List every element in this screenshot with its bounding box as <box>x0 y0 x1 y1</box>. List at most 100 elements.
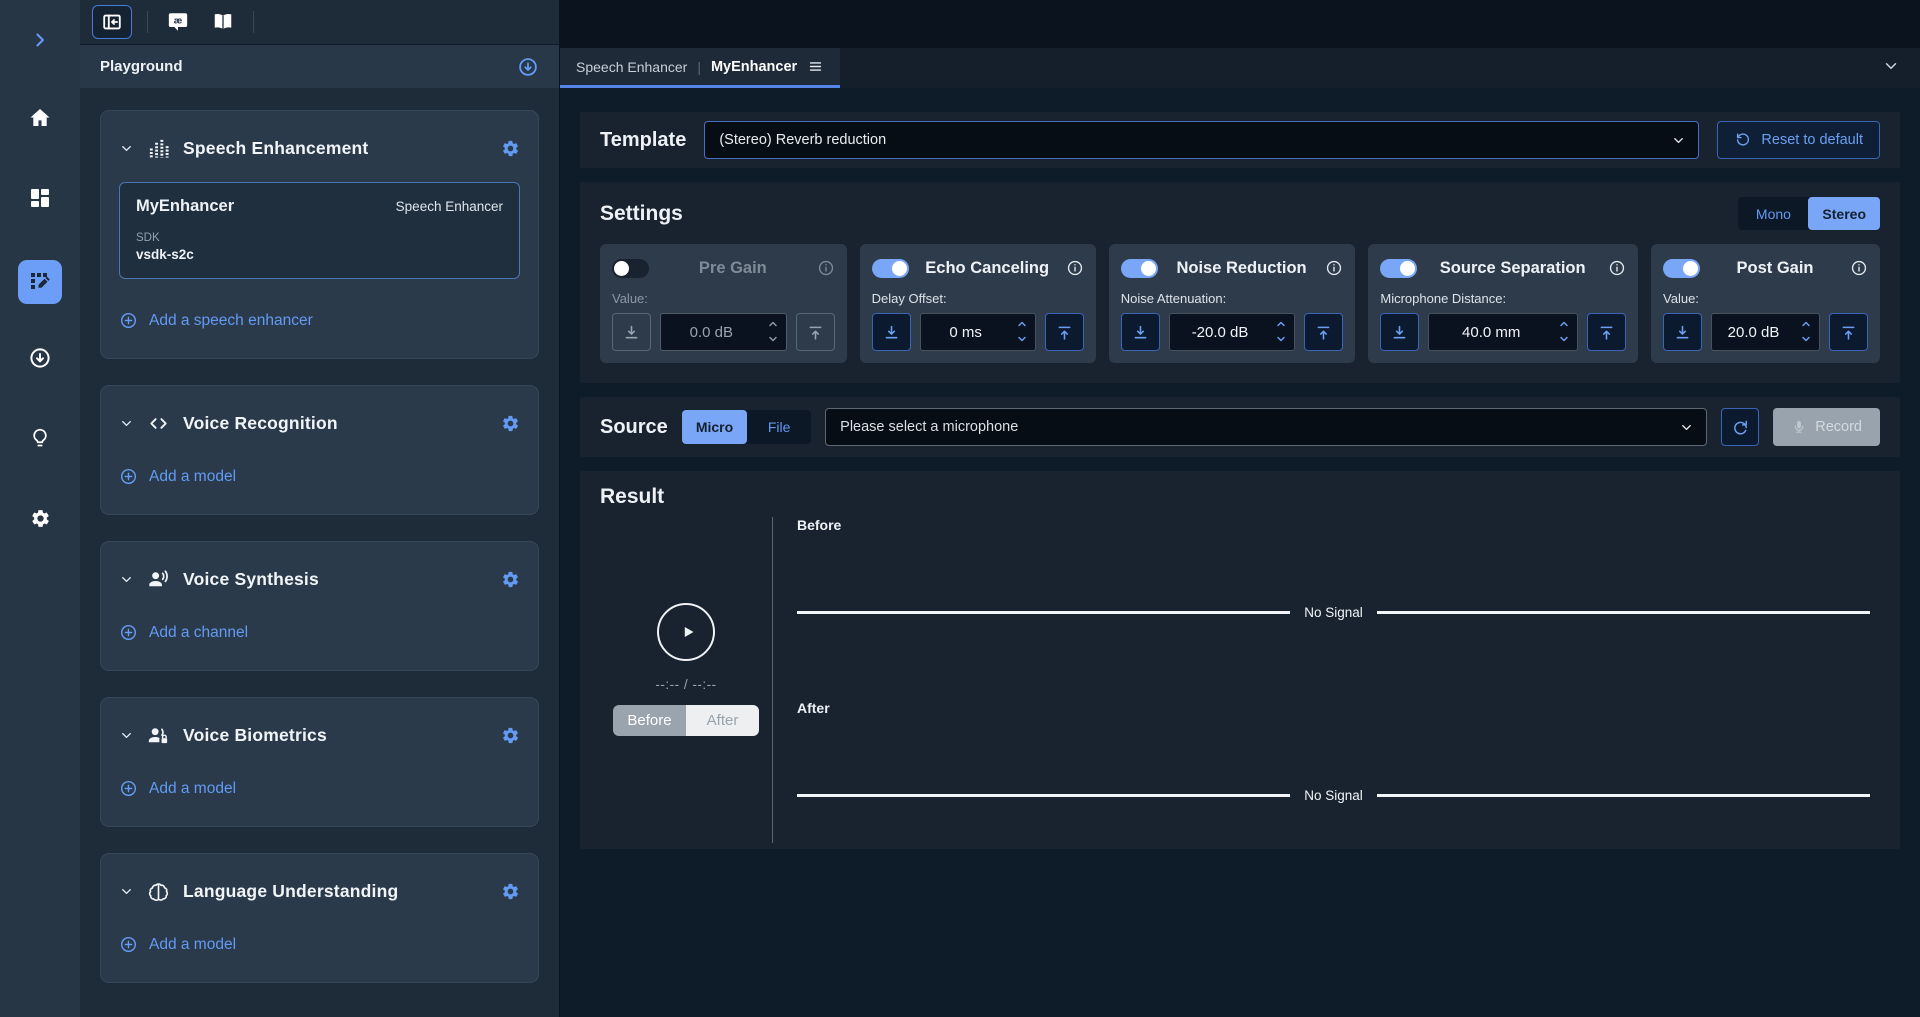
load-default-button[interactable] <box>872 313 911 351</box>
microphone-select[interactable]: Please select a microphone <box>825 408 1707 446</box>
add-link[interactable]: Add a model <box>119 935 236 954</box>
apply-value-button[interactable] <box>1829 313 1868 351</box>
download-tray-icon <box>1673 323 1692 342</box>
chevron-down-icon[interactable] <box>119 728 134 743</box>
sidebar-section: Speech Enhancement MyEnhancer Speech Enh… <box>100 110 539 359</box>
sdk-label: SDK <box>136 232 503 244</box>
after-waveform: No Signal <box>797 788 1870 803</box>
info-icon[interactable] <box>1066 259 1084 277</box>
info-icon[interactable] <box>1850 259 1868 277</box>
no-signal-text: No Signal <box>1304 788 1363 803</box>
model-name: MyEnhancer <box>136 197 234 216</box>
spinner-up-icon[interactable] <box>1016 318 1028 330</box>
sidebar: æ Playground Speech Enhancement MyEnhanc… <box>80 0 560 1017</box>
model-card[interactable]: MyEnhancer Speech Enhancer SDK vsdk-s2c <box>119 182 520 279</box>
spinner-up-icon[interactable] <box>1558 318 1570 330</box>
gear-icon[interactable] <box>501 414 520 433</box>
circle-download-icon[interactable] <box>517 56 539 78</box>
chevron-down-icon[interactable] <box>119 884 134 899</box>
spinner-up-icon[interactable] <box>767 318 779 330</box>
playground-icon[interactable] <box>18 260 62 304</box>
chevron-down-icon[interactable] <box>119 572 134 587</box>
spinner-down-icon[interactable] <box>767 333 779 345</box>
refresh-icon <box>1731 418 1750 437</box>
equalizer-icon <box>147 137 170 160</box>
add-link[interactable]: Add a channel <box>119 623 248 642</box>
section-title: Voice Recognition <box>183 413 488 434</box>
tabs-dropdown-button[interactable] <box>1862 48 1920 88</box>
mono-button[interactable]: Mono <box>1738 197 1808 230</box>
apply-value-button[interactable] <box>1587 313 1626 351</box>
value-text: 40.0 mm <box>1462 324 1520 341</box>
gear-icon[interactable] <box>501 726 520 745</box>
value-input[interactable]: 0.0 dB <box>660 313 787 351</box>
source-label: Source <box>600 416 668 439</box>
after-button[interactable]: After <box>686 705 759 736</box>
gear-icon[interactable] <box>18 500 62 536</box>
spinner-down-icon[interactable] <box>1275 333 1287 345</box>
apply-value-button[interactable] <box>1304 313 1343 351</box>
gear-icon[interactable] <box>501 570 520 589</box>
setting-card: Echo Canceling Delay Offset: 0 ms <box>860 244 1096 363</box>
plus-circle-icon <box>119 623 138 642</box>
toggle-switch[interactable] <box>1121 259 1158 278</box>
before-after-toggle: Before After <box>613 705 759 736</box>
circle-download-icon[interactable] <box>18 340 62 376</box>
value-input[interactable]: 40.0 mm <box>1428 313 1578 351</box>
gear-icon[interactable] <box>501 882 520 901</box>
add-link[interactable]: Add a model <box>119 467 236 486</box>
add-link[interactable]: Add a model <box>119 779 236 798</box>
refresh-devices-button[interactable] <box>1721 408 1759 446</box>
info-icon[interactable] <box>1325 259 1343 277</box>
toggle-switch[interactable] <box>872 259 909 278</box>
record-button[interactable]: Record <box>1773 408 1880 446</box>
gear-icon[interactable] <box>501 139 520 158</box>
add-link[interactable]: Add a speech enhancer <box>119 311 313 330</box>
plus-circle-icon <box>119 935 138 954</box>
stereo-button[interactable]: Stereo <box>1808 197 1880 230</box>
tab-name-label: MyEnhancer <box>711 59 797 75</box>
spinner-down-icon[interactable] <box>1800 333 1812 345</box>
spinner-up-icon[interactable] <box>1800 318 1812 330</box>
value-input[interactable]: 0 ms <box>920 313 1036 351</box>
template-select[interactable]: (Stereo) Reverb reduction <box>704 121 1699 159</box>
value-input[interactable]: 20.0 dB <box>1711 313 1820 351</box>
lightbulb-icon[interactable] <box>18 420 62 456</box>
phonetics-bubble-icon[interactable]: æ <box>163 7 193 37</box>
dashboard-icon[interactable] <box>18 180 62 216</box>
load-default-button[interactable] <box>1380 313 1419 351</box>
before-button[interactable]: Before <box>613 705 686 736</box>
tab-myenhancer[interactable]: Speech Enhancer | MyEnhancer <box>560 48 840 88</box>
value-input[interactable]: -20.0 dB <box>1169 313 1296 351</box>
upload-tray-icon <box>1597 323 1616 342</box>
info-icon[interactable] <box>1608 259 1626 277</box>
chevron-down-icon[interactable] <box>119 416 134 431</box>
code-icon <box>147 412 170 435</box>
book-open-icon[interactable] <box>208 7 238 37</box>
apply-value-button[interactable] <box>796 313 835 351</box>
toggle-switch[interactable] <box>612 259 649 278</box>
load-default-button[interactable] <box>1121 313 1160 351</box>
apply-value-button[interactable] <box>1045 313 1084 351</box>
info-icon[interactable] <box>817 259 835 277</box>
toggle-switch[interactable] <box>1380 259 1417 278</box>
spinner-down-icon[interactable] <box>1016 333 1028 345</box>
settings-cards: Pre Gain Value: 0.0 dB Echo Canceling De… <box>600 244 1880 363</box>
setting-card: Source Separation Microphone Distance: 4… <box>1368 244 1638 363</box>
sidebar-section: Voice Synthesis Add a channel <box>100 541 539 671</box>
home-icon[interactable] <box>18 100 62 136</box>
file-button[interactable]: File <box>747 410 811 444</box>
chevron-down-icon[interactable] <box>119 141 134 156</box>
micro-button[interactable]: Micro <box>682 410 747 444</box>
load-default-button[interactable] <box>612 313 651 351</box>
reset-to-default-button[interactable]: Reset to default <box>1717 121 1880 159</box>
play-button[interactable] <box>657 603 715 661</box>
panel-collapse-icon[interactable] <box>92 5 132 39</box>
toggle-switch[interactable] <box>1663 259 1700 278</box>
sidebar-toolbar: æ <box>80 0 559 45</box>
spinner-up-icon[interactable] <box>1275 318 1287 330</box>
hamburger-icon[interactable] <box>807 58 824 75</box>
chevron-right-icon[interactable] <box>18 22 62 58</box>
spinner-down-icon[interactable] <box>1558 333 1570 345</box>
load-default-button[interactable] <box>1663 313 1702 351</box>
